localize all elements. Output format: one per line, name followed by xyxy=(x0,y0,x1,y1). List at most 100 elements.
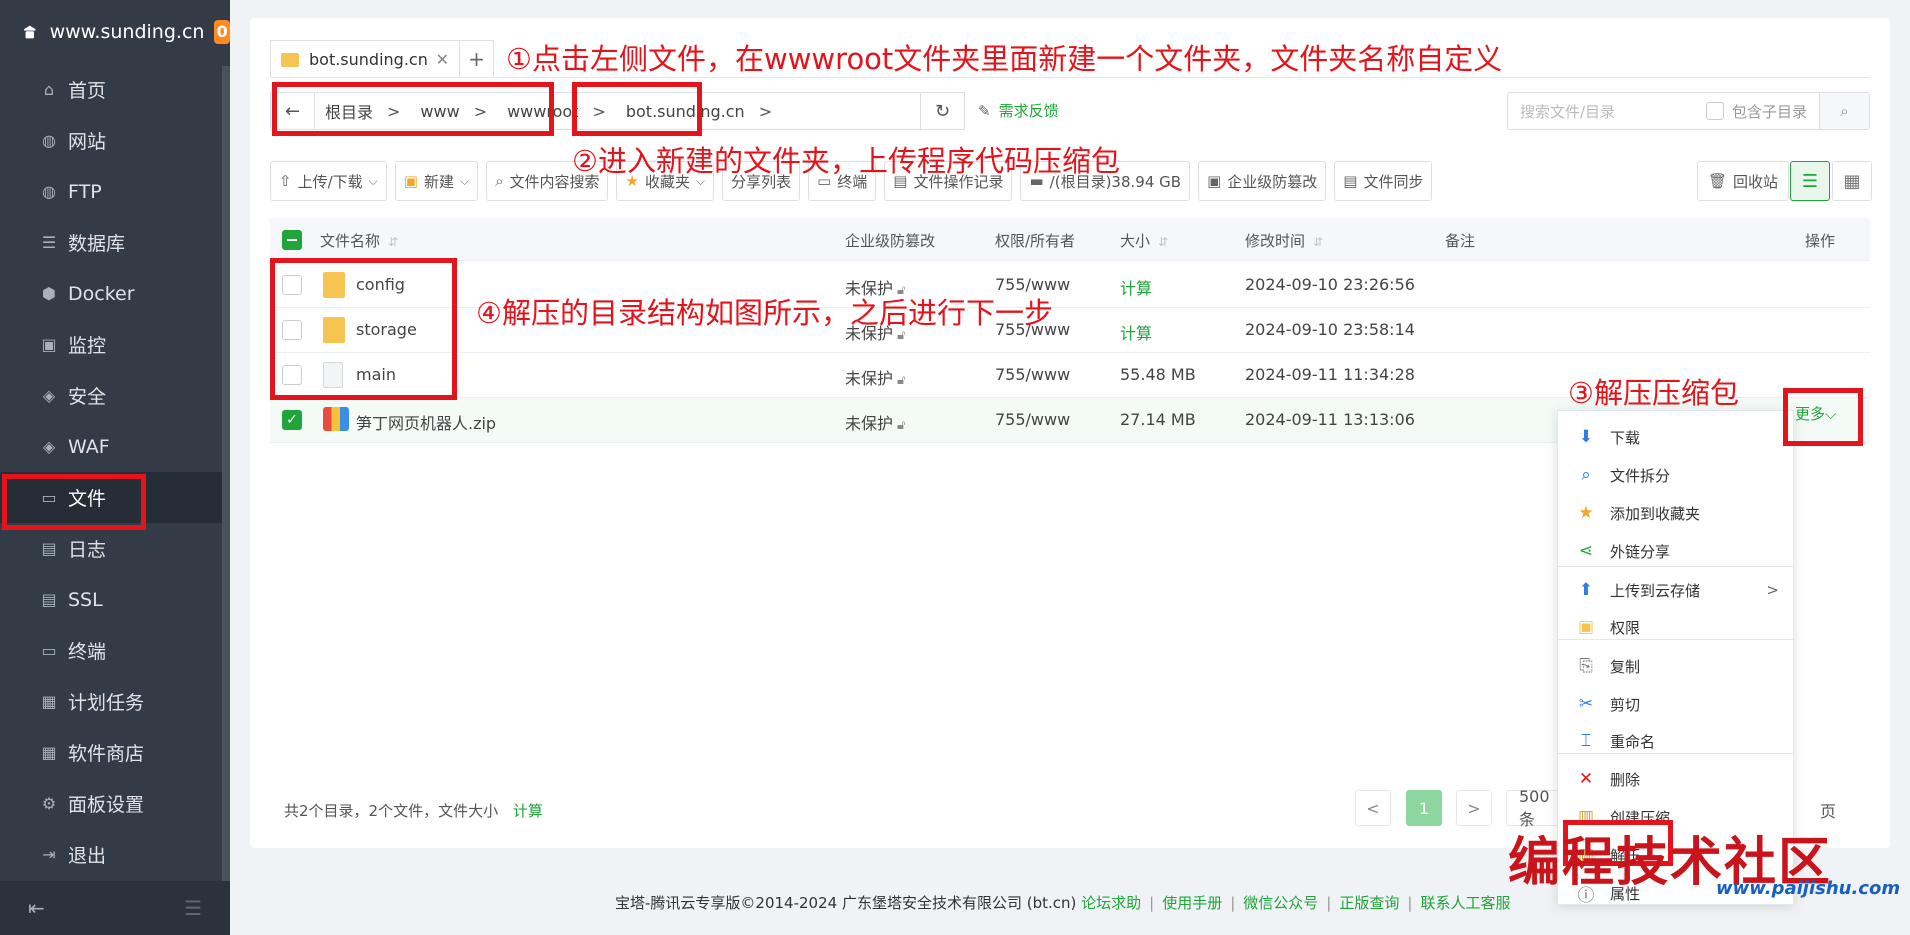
page-suffix: 页 xyxy=(1820,802,1837,821)
sort-icon[interactable]: ⇵ xyxy=(1313,235,1323,249)
highlight-more-button xyxy=(1783,388,1863,446)
button-label: 上传/下载 xyxy=(297,172,363,191)
feedback-link[interactable]: ✎ 需求反馈 xyxy=(978,100,1059,121)
recycle-bin-button[interactable]: 🗑 回收站 xyxy=(1697,161,1790,201)
highlight-files-menu xyxy=(2,474,146,530)
sidebar-item-1[interactable]: ◍ 网站 xyxy=(0,115,230,166)
menu-item-copy[interactable]: ⎘ 复制 xyxy=(1558,648,1795,684)
tamper-status[interactable]: 未保护 🔓︎ xyxy=(845,410,905,434)
zip-archive-icon xyxy=(323,407,349,431)
sidebar-item-13[interactable]: ▦ 软件商店 xyxy=(0,727,230,778)
sidebar-item-15[interactable]: ⇥ 退出 xyxy=(0,829,230,880)
file-size: 55.48 MB xyxy=(1120,365,1196,384)
sort-icon[interactable]: ⇵ xyxy=(388,235,398,249)
modified-time: 2024-09-11 13:13:06 xyxy=(1245,410,1415,429)
add-tab-button[interactable]: + xyxy=(460,40,494,78)
menu-item-label: 复制 xyxy=(1610,657,1641,676)
sidebar-item-7[interactable]: ◈ WAF xyxy=(0,421,230,472)
footer-link-2[interactable]: 微信公众号 xyxy=(1243,894,1318,912)
sidebar-scrollbar[interactable] xyxy=(222,66,230,881)
menu-item-label: 剪切 xyxy=(1610,695,1641,714)
menu-item-cloud-upload[interactable]: ⬆ 上传到云存储 > xyxy=(1558,572,1795,608)
collapse-sidebar-icon[interactable]: ⇤ xyxy=(28,896,45,920)
file-name[interactable]: 笋丁网页机器人.zip xyxy=(356,410,496,434)
upload-download-button[interactable]: ⇧ 上传/下载 ⌵ xyxy=(270,161,387,201)
sidebar-item-3[interactable]: ☰ 数据库 xyxy=(0,217,230,268)
permission-owner[interactable]: 755/www xyxy=(995,365,1070,384)
menu-item-magnify[interactable]: ⌕ 文件拆分 xyxy=(1558,457,1795,493)
summary-text: 共2个目录，2个文件，文件大小 xyxy=(284,802,499,820)
footer-link-4[interactable]: 联系人工客服 xyxy=(1420,894,1510,912)
next-page-button[interactable]: > xyxy=(1456,790,1492,826)
sidebar-item-label: 面板设置 xyxy=(68,794,145,816)
menu-item-share[interactable]: ⋖ 外链分享 xyxy=(1558,533,1795,569)
site-name[interactable]: www.sunding.cn xyxy=(50,21,205,43)
sync-icon: ▤ xyxy=(1343,172,1358,190)
modified-time: 2024-09-11 11:34:28 xyxy=(1245,365,1415,384)
scissors-icon: ✂ xyxy=(1578,694,1594,714)
file-size[interactable]: 计算 xyxy=(1120,275,1152,299)
tamper-status[interactable]: 未保护 🔓︎ xyxy=(845,365,905,389)
chevron-down-icon: ⌵ xyxy=(459,173,470,188)
sidebar-item-10[interactable]: ▤ SSL xyxy=(0,574,230,625)
menu-item-rename[interactable]: ⌶ 重命名 xyxy=(1558,723,1795,759)
sidebar-item-9[interactable]: ▤ 日志 xyxy=(0,523,230,574)
search-icon[interactable]: ⌕ xyxy=(1819,93,1869,129)
prev-page-button[interactable]: < xyxy=(1355,790,1391,826)
menu-item-scissors[interactable]: ✂ 剪切 xyxy=(1558,686,1795,722)
column-note: 备注 xyxy=(1445,232,1476,250)
sidebar-footer: ⇤ ☰ xyxy=(0,881,230,935)
page-1-button[interactable]: 1 xyxy=(1406,790,1442,826)
close-tab-icon[interactable]: ✕ xyxy=(436,50,449,69)
calendar-icon: ▦ xyxy=(41,692,57,711)
highlight-breadcrumb-path xyxy=(272,82,554,136)
permission-owner[interactable]: 755/www xyxy=(995,410,1070,429)
column-name[interactable]: 文件名称 ⇵ xyxy=(320,230,398,251)
bt-logo-icon xyxy=(24,25,36,39)
refresh-icon[interactable]: ↻ xyxy=(920,93,964,129)
tamper-icon: ▣ xyxy=(1207,172,1222,190)
sidebar-item-12[interactable]: ▦ 计划任务 xyxy=(0,676,230,727)
menu-item-permission[interactable]: ▣ 权限 xyxy=(1558,609,1795,645)
sidebar-item-6[interactable]: ◈ 安全 xyxy=(0,370,230,421)
menu-list-icon[interactable]: ☰ xyxy=(184,896,202,920)
select-all-checkbox[interactable] xyxy=(282,230,302,250)
menu-item-download[interactable]: ⬇ 下载 xyxy=(1558,419,1795,455)
column-mtime[interactable]: 修改时间 ⇵ xyxy=(1245,230,1323,251)
copyright-bar: 宝塔-腾讯云专享版©2014-2024 广东堡塔安全技术有限公司 (bt.cn)… xyxy=(615,892,1510,913)
sidebar-item-2[interactable]: ◍ FTP xyxy=(0,166,230,217)
sidebar-item-label: FTP xyxy=(68,180,102,203)
tamper-protection-button[interactable]: ▣ 企业级防篡改 xyxy=(1198,161,1327,201)
notification-badge[interactable]: 0 xyxy=(214,20,230,44)
sidebar-item-5[interactable]: ▣ 监控 xyxy=(0,319,230,370)
sidebar-item-label: 监控 xyxy=(68,335,107,357)
chevron-down-icon: ⌵ xyxy=(368,173,378,188)
home-icon: ⌂ xyxy=(43,80,55,99)
row-checkbox[interactable]: ✓ xyxy=(282,410,302,430)
sort-icon[interactable]: ⇵ xyxy=(1158,235,1168,249)
sidebar-item-11[interactable]: ▭ 终端 xyxy=(0,625,230,676)
list-view-icon[interactable]: ☰ xyxy=(1790,161,1830,201)
file-size[interactable]: 计算 xyxy=(1120,320,1152,344)
highlight-extracted-files xyxy=(270,258,457,400)
include-subdir-checkbox[interactable] xyxy=(1706,102,1724,120)
menu-item-delete[interactable]: ✕ 删除 xyxy=(1558,761,1795,797)
footer-link-3[interactable]: 正版查询 xyxy=(1339,894,1399,912)
sidebar-item-14[interactable]: ⚙ 面板设置 xyxy=(0,778,230,829)
grid-view-icon[interactable]: ▦ xyxy=(1832,161,1872,201)
annotation-step-4: ④解压的目录结构如图所示，之后进行下一步 xyxy=(476,296,1053,330)
footer-link-1[interactable]: 使用手册 xyxy=(1162,894,1222,912)
column-size[interactable]: 大小 ⇵ xyxy=(1120,230,1168,251)
annotation-step-1: ①点击左侧文件，在wwwroot文件夹里面新建一个文件夹，文件夹名称自定义 xyxy=(506,42,1503,76)
footer-link-0[interactable]: 论坛求助 xyxy=(1081,894,1141,912)
sidebar-item-0[interactable]: ⌂ 首页 xyxy=(0,64,230,115)
unlock-icon: 🔓︎ xyxy=(897,418,906,433)
search-input[interactable]: 搜索文件/目录 xyxy=(1508,101,1706,122)
sidebar-item-4[interactable]: ⬢ Docker xyxy=(0,268,230,319)
star-icon: ★ xyxy=(1578,503,1594,523)
file-sync-button[interactable]: ▤ 文件同步 xyxy=(1334,161,1433,201)
tab-bot-sunding[interactable]: bot.sunding.cn ✕ xyxy=(270,40,460,78)
new-button[interactable]: ▣ 新建 ⌵ xyxy=(394,161,479,201)
calc-size-link[interactable]: 计算 xyxy=(513,802,543,820)
menu-item-star[interactable]: ★ 添加到收藏夹 xyxy=(1558,495,1795,531)
